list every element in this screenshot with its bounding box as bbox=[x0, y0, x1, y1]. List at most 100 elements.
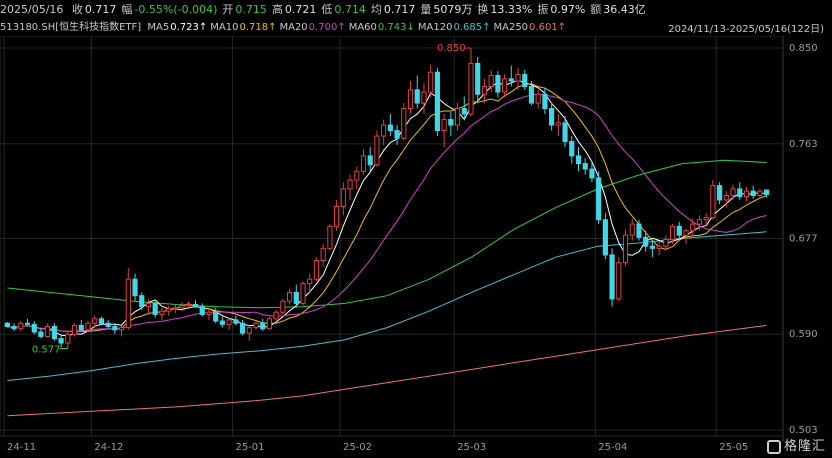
quote-label: 量 bbox=[420, 3, 432, 16]
candle-body bbox=[152, 302, 158, 315]
candle-body bbox=[286, 291, 293, 302]
candle-body bbox=[522, 73, 528, 88]
candle-body bbox=[246, 327, 252, 334]
security-name: 513180.SH[恒生科技指数ETF] bbox=[0, 22, 142, 33]
quote-label: 高 bbox=[271, 3, 283, 16]
candle-body bbox=[71, 324, 78, 335]
candle-body bbox=[683, 230, 689, 236]
logo-icon bbox=[766, 439, 781, 454]
ma-line-ma250 bbox=[7, 324, 767, 417]
candle-body bbox=[575, 155, 582, 165]
candle-body bbox=[414, 89, 420, 104]
candle-body bbox=[669, 225, 676, 241]
candle-body bbox=[663, 239, 669, 247]
quote-value: 0.714 bbox=[334, 3, 366, 16]
quote-label: 收 bbox=[71, 3, 83, 16]
ma-value: 0.723↑ bbox=[170, 22, 208, 33]
candle-body bbox=[65, 333, 71, 344]
ma-line-ma10 bbox=[7, 83, 767, 332]
candle-body bbox=[609, 254, 615, 300]
candle-body bbox=[266, 318, 272, 330]
candle-body bbox=[233, 319, 239, 324]
candle-body bbox=[394, 130, 400, 139]
candle-body bbox=[260, 322, 266, 330]
candle-body bbox=[320, 247, 326, 261]
candle-body bbox=[562, 122, 568, 143]
candle-body bbox=[293, 291, 299, 304]
candle-body bbox=[199, 306, 205, 315]
candle-body bbox=[717, 185, 723, 201]
candle-body bbox=[508, 78, 514, 82]
candlestick-chart[interactable]: 0.8500.7630.6770.5900.50324-11 24-12 25-01… bbox=[0, 36, 832, 458]
candle-body bbox=[528, 86, 535, 104]
candle-body bbox=[226, 319, 232, 325]
quote-value: 0.97% bbox=[550, 3, 586, 16]
x-tick-label: 25-02 bbox=[343, 442, 372, 453]
candle-body bbox=[555, 122, 561, 126]
candle-body bbox=[750, 190, 756, 197]
candle-body bbox=[441, 119, 447, 132]
x-tick-label: 25-03 bbox=[457, 442, 486, 453]
candle-body bbox=[622, 234, 629, 264]
y-tick-label: 0.850 bbox=[789, 43, 818, 54]
candle-body bbox=[475, 62, 481, 95]
ma-label: MA60 bbox=[348, 22, 377, 33]
candle-body bbox=[690, 223, 696, 232]
candle-body bbox=[4, 322, 10, 328]
ma-value: 0.718↑ bbox=[239, 22, 277, 33]
candle-body bbox=[192, 304, 199, 308]
candle-body bbox=[31, 323, 37, 333]
candle-body bbox=[112, 326, 118, 331]
x-tick-label: 24-12 bbox=[94, 442, 123, 453]
quote-value: -0.55%(-0.004) bbox=[134, 3, 218, 16]
candle-body bbox=[360, 155, 367, 172]
candle-body bbox=[461, 108, 467, 115]
candle-body bbox=[387, 124, 393, 132]
price-annotation: 0.850 bbox=[437, 43, 466, 54]
candle-body bbox=[307, 278, 313, 285]
candle-body bbox=[280, 300, 286, 313]
x-tick-label: 25-04 bbox=[598, 442, 627, 453]
candle-body bbox=[139, 295, 145, 308]
candle-body bbox=[743, 190, 750, 198]
candle-body bbox=[273, 311, 279, 320]
candle-body bbox=[213, 311, 219, 322]
quote-label: 幅 bbox=[121, 3, 133, 16]
candle-body bbox=[24, 322, 31, 325]
quote-value: 0.715 bbox=[235, 3, 267, 16]
candle-body bbox=[407, 89, 414, 110]
candle-body bbox=[253, 322, 259, 329]
candle-body bbox=[421, 91, 427, 104]
x-tick-label: 25-05 bbox=[719, 442, 748, 453]
candle-body bbox=[569, 141, 575, 157]
quote-value: 36.43亿 bbox=[603, 3, 646, 16]
date-range: 2024/11/13-2025/05/16(122日) bbox=[668, 24, 824, 35]
ma-label: MA120 bbox=[417, 22, 453, 33]
ma-value: 0.601↑ bbox=[529, 22, 567, 33]
candle-body bbox=[179, 305, 185, 309]
quote-fields: 收 0.717 幅 -0.55%(-0.004) 开 0.715 高 0.721 低 0.714 均… bbox=[72, 3, 651, 16]
candle-body bbox=[340, 188, 346, 208]
candle-body bbox=[132, 278, 138, 297]
watermark-logo: 格隆汇 bbox=[766, 435, 826, 454]
candle-body bbox=[703, 217, 709, 221]
ma-label: MA5 bbox=[147, 22, 170, 33]
quote-value: 5079万 bbox=[433, 3, 473, 16]
ma-line-ma60 bbox=[7, 159, 767, 309]
ma-label: MA250 bbox=[493, 22, 529, 33]
candle-body bbox=[354, 170, 360, 181]
candle-body bbox=[401, 108, 407, 139]
ma-value: 0.685↑ bbox=[453, 22, 491, 33]
y-tick-label: 0.590 bbox=[789, 329, 818, 340]
x-tick-label: 24-11 bbox=[7, 442, 36, 453]
y-tick-label: 0.677 bbox=[789, 233, 818, 244]
candle-body bbox=[367, 155, 373, 166]
candle-body bbox=[515, 73, 521, 82]
candle-body bbox=[589, 168, 595, 179]
candle-body bbox=[737, 188, 743, 198]
candle-body bbox=[549, 108, 555, 126]
candle-body bbox=[434, 71, 440, 132]
candle-body bbox=[481, 86, 488, 95]
quote-header: 2025/05/16 收 0.717 幅 -0.55%(-0.004) 开 0.715 高 0… bbox=[0, 0, 832, 20]
quote-label: 振 bbox=[537, 3, 549, 16]
